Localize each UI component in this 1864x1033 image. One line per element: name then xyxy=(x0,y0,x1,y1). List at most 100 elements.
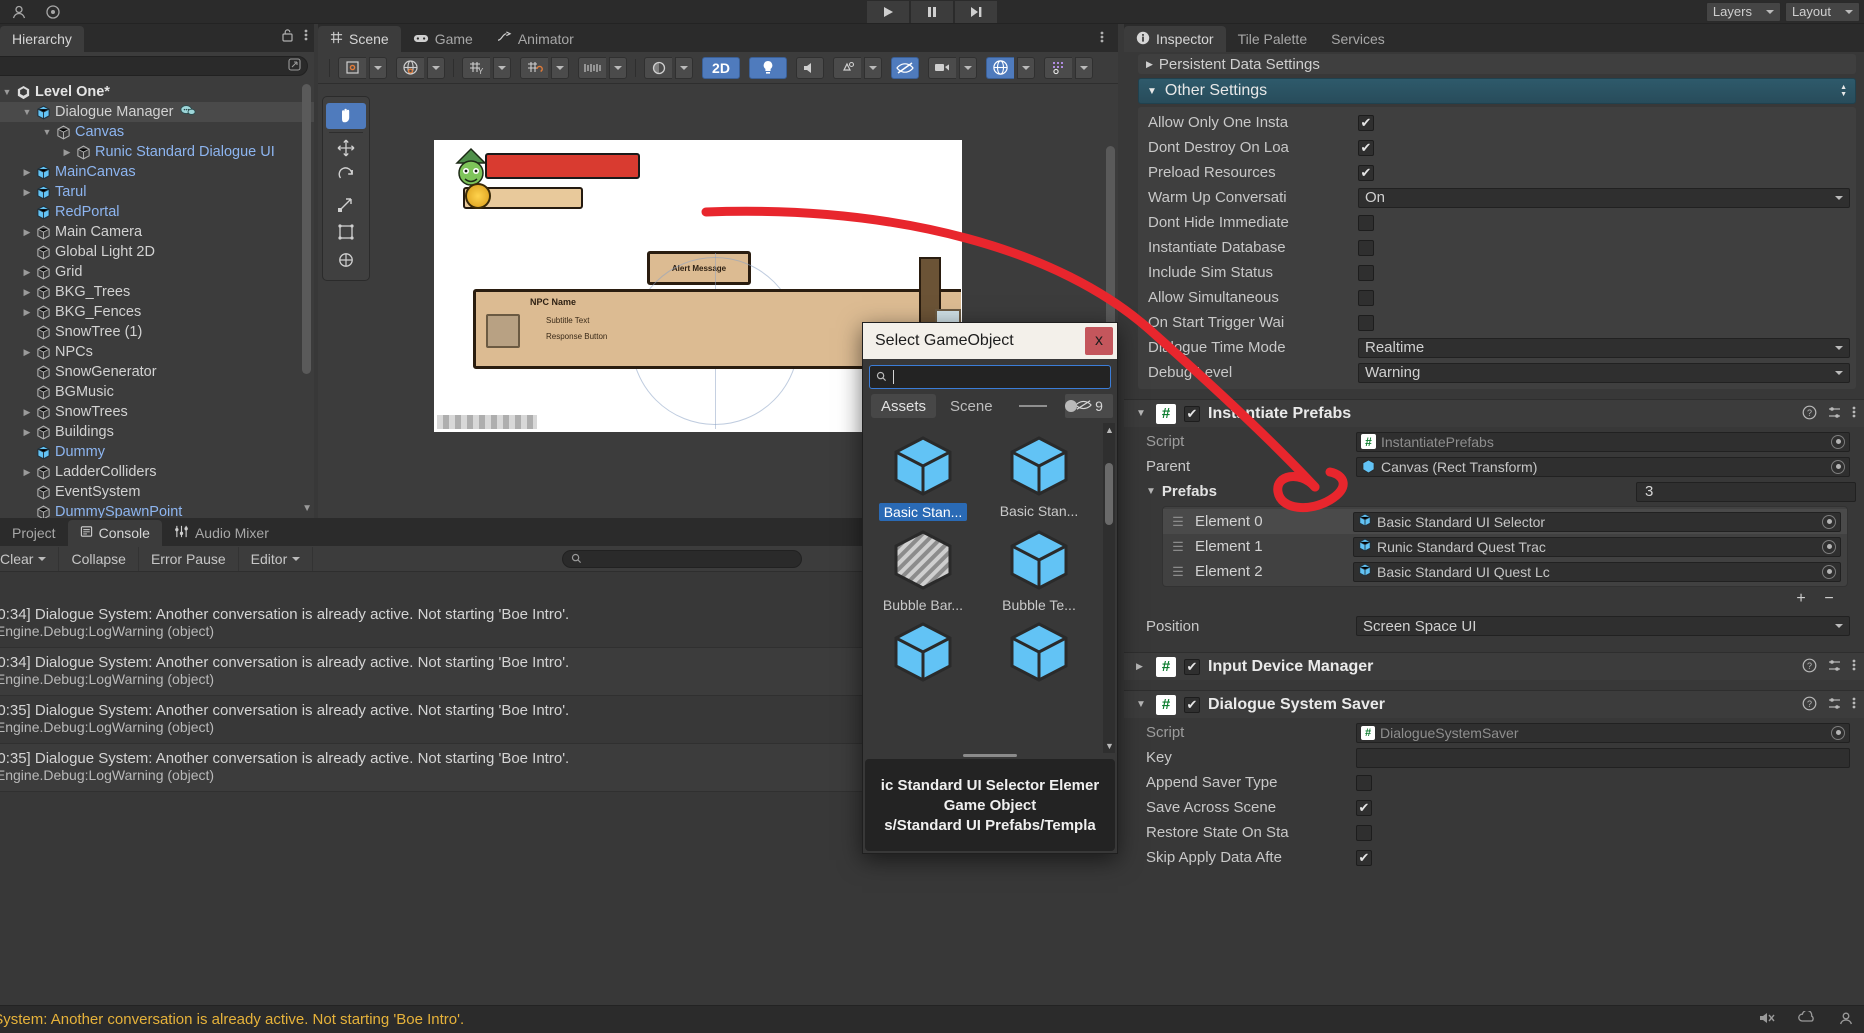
hierarchy-item-snowgenerator[interactable]: SnowGenerator xyxy=(0,362,314,382)
twisty-icon[interactable]: ▶ xyxy=(20,267,34,278)
object-picker-icon[interactable] xyxy=(1831,459,1845,474)
twisty-icon[interactable]: ▶ xyxy=(20,407,34,418)
error-pause-button[interactable]: Error Pause xyxy=(139,546,239,571)
twisty-icon[interactable]: ▶ xyxy=(20,287,34,298)
asset-grid-item[interactable] xyxy=(985,617,1093,687)
tab-scene[interactable]: Scene xyxy=(318,26,401,52)
effects-dropdown[interactable] xyxy=(864,56,882,79)
hidden-objects-icon[interactable] xyxy=(891,56,919,79)
kebab-icon[interactable] xyxy=(1852,405,1856,422)
grid-visibility-dropdown[interactable] xyxy=(1075,56,1093,79)
twisty-icon[interactable]: ▶ xyxy=(20,467,34,478)
twisty-icon[interactable]: ▶ xyxy=(20,227,34,238)
move-tool[interactable] xyxy=(326,136,366,162)
foldout-right-icon[interactable]: ▶ xyxy=(1136,661,1148,672)
tab-services[interactable]: Services xyxy=(1319,26,1397,52)
dialog-search-input[interactable] xyxy=(900,369,1104,385)
transform-tool[interactable] xyxy=(326,248,366,274)
twisty-icon[interactable]: ▶ xyxy=(60,147,74,158)
object-picker-icon[interactable] xyxy=(1822,514,1836,529)
twisty-icon[interactable]: ▼ xyxy=(20,107,34,117)
dss-text-field[interactable] xyxy=(1356,747,1850,768)
scale-tool[interactable] xyxy=(326,192,366,218)
dss-checkbox[interactable] xyxy=(1356,824,1372,841)
pivot-dropdown[interactable] xyxy=(369,56,387,79)
foldout-stepper-icon[interactable]: ▲ ▼ xyxy=(1840,84,1847,98)
grid-snap-dropdown[interactable] xyxy=(551,56,569,79)
drag-handle-icon[interactable]: ☰ xyxy=(1169,540,1187,553)
clear-button[interactable]: Clear xyxy=(0,546,60,571)
instantiate-prefabs-header[interactable]: ▼ # ✔ Instantiate Prefabs ? xyxy=(1124,399,1864,427)
hierarchy-item-level-one[interactable]: ▼ Level One* xyxy=(0,82,314,102)
twisty-icon[interactable]: ▶ xyxy=(20,167,34,178)
shading-sphere-icon[interactable] xyxy=(644,56,672,79)
search-clear-icon[interactable] xyxy=(288,58,301,74)
console-entry[interactable]: [20:40:35] Dialogue System: Another conv… xyxy=(0,696,868,744)
tab-project[interactable]: Project xyxy=(0,520,68,546)
asset-grid-item[interactable]: Bubble Te... xyxy=(985,525,1093,613)
audio-icon[interactable] xyxy=(796,56,824,79)
element-object-field[interactable]: Basic Standard UI Quest Lc xyxy=(1353,561,1841,582)
collab-icon[interactable] xyxy=(1798,1009,1816,1028)
twisty-icon[interactable]: ▶ xyxy=(20,307,34,318)
hierarchy-search[interactable] xyxy=(0,56,308,76)
element-object-field[interactable]: Runic Standard Quest Trac xyxy=(1353,536,1841,557)
grid-axis-dropdown[interactable] xyxy=(493,56,511,79)
hierarchy-item-grid[interactable]: ▶ Grid xyxy=(0,262,314,282)
collapse-button[interactable]: Collapse xyxy=(59,546,139,571)
tab-tile-palette[interactable]: Tile Palette xyxy=(1226,26,1320,52)
object-picker-icon[interactable] xyxy=(1831,725,1845,740)
play-button[interactable] xyxy=(867,0,909,23)
script-object-field[interactable]: # InstantiatePrefabs xyxy=(1356,431,1850,452)
hierarchy-item-laddercolliders[interactable]: ▶ LadderColliders xyxy=(0,462,314,482)
preset-icon[interactable] xyxy=(1827,658,1842,676)
account-icon[interactable] xyxy=(8,3,30,21)
hierarchy-item-bkg-trees[interactable]: ▶ BKG_Trees xyxy=(0,282,314,302)
kebab-icon[interactable] xyxy=(1852,696,1856,713)
scroll-thumb[interactable] xyxy=(1105,463,1113,525)
add-element-button[interactable]: + xyxy=(1790,590,1812,608)
other-settings-foldout[interactable]: ▼ Other Settings ▲ ▼ xyxy=(1138,78,1856,104)
dialog-asset-grid[interactable]: Basic Stan... Basic Stan... Bubble Bar... B… xyxy=(863,423,1103,753)
help-icon[interactable]: ? xyxy=(1802,405,1817,423)
persistent-data-settings-foldout[interactable]: ▶ Persistent Data Settings xyxy=(1138,54,1856,74)
thumbnail-size-slider[interactable] xyxy=(1015,394,1077,418)
hierarchy-item-main-camera[interactable]: ▶ Main Camera xyxy=(0,222,314,242)
twisty-icon[interactable]: ▶ xyxy=(20,187,34,198)
prefab-element-row[interactable]: ☰ Element 2 Basic Standard UI Quest Lc xyxy=(1163,559,1847,584)
hierarchy-item-buildings[interactable]: ▶ Buildings xyxy=(0,422,314,442)
scroll-thumb[interactable] xyxy=(1106,146,1115,336)
console-entries[interactable]: [20:40:34] Dialogue System: Another conv… xyxy=(0,600,868,998)
camera-dropdown[interactable] xyxy=(959,56,977,79)
layout-dropdown[interactable]: Layout xyxy=(1784,1,1860,22)
setting-dropdown[interactable]: On xyxy=(1358,187,1850,208)
hand-tool[interactable] xyxy=(326,103,366,129)
setting-checkbox[interactable] xyxy=(1358,264,1374,281)
twisty-icon[interactable]: ▼ xyxy=(40,127,54,137)
hierarchy-item-npcs[interactable]: ▶ NPCs xyxy=(0,342,314,362)
object-picker-icon[interactable] xyxy=(1831,434,1845,449)
tab-game[interactable]: Game xyxy=(401,26,485,52)
grid-visibility-icon[interactable] xyxy=(1044,56,1072,79)
prefab-element-row[interactable]: ☰ Element 1 Runic Standard Quest Trac xyxy=(1163,534,1847,559)
drag-handle-icon[interactable]: ☰ xyxy=(1169,515,1187,528)
console-search[interactable] xyxy=(562,549,802,568)
hierarchy-item-global-light-2d[interactable]: Global Light 2D xyxy=(0,242,314,262)
tab-inspector[interactable]: Inspector xyxy=(1124,26,1226,52)
asset-grid-item[interactable]: Basic Stan... xyxy=(869,431,977,521)
asset-grid-item[interactable] xyxy=(869,617,977,687)
help-icon[interactable]: ? xyxy=(1802,658,1817,676)
rotate-tool[interactable] xyxy=(326,164,366,190)
shading-dropdown[interactable] xyxy=(675,56,693,79)
hierarchy-item-redportal[interactable]: RedPortal xyxy=(0,202,314,222)
setting-checkbox[interactable]: ✔ xyxy=(1358,114,1374,131)
input-device-manager-header[interactable]: ▶ # ✔ Input Device Manager ? xyxy=(1124,652,1864,680)
drag-handle-icon[interactable]: ☰ xyxy=(1169,565,1187,578)
scene-camera-icon[interactable] xyxy=(928,56,956,79)
account-icon[interactable] xyxy=(1838,1011,1854,1028)
grid-snap-icon[interactable] xyxy=(520,56,548,79)
element-object-field[interactable]: Basic Standard UI Selector xyxy=(1353,511,1841,532)
prefabs-size-field[interactable]: 3 xyxy=(1636,481,1856,502)
hierarchy-item-dummyspawnpoint[interactable]: DummySpawnPoint xyxy=(0,502,314,518)
preset-icon[interactable] xyxy=(1827,696,1842,714)
